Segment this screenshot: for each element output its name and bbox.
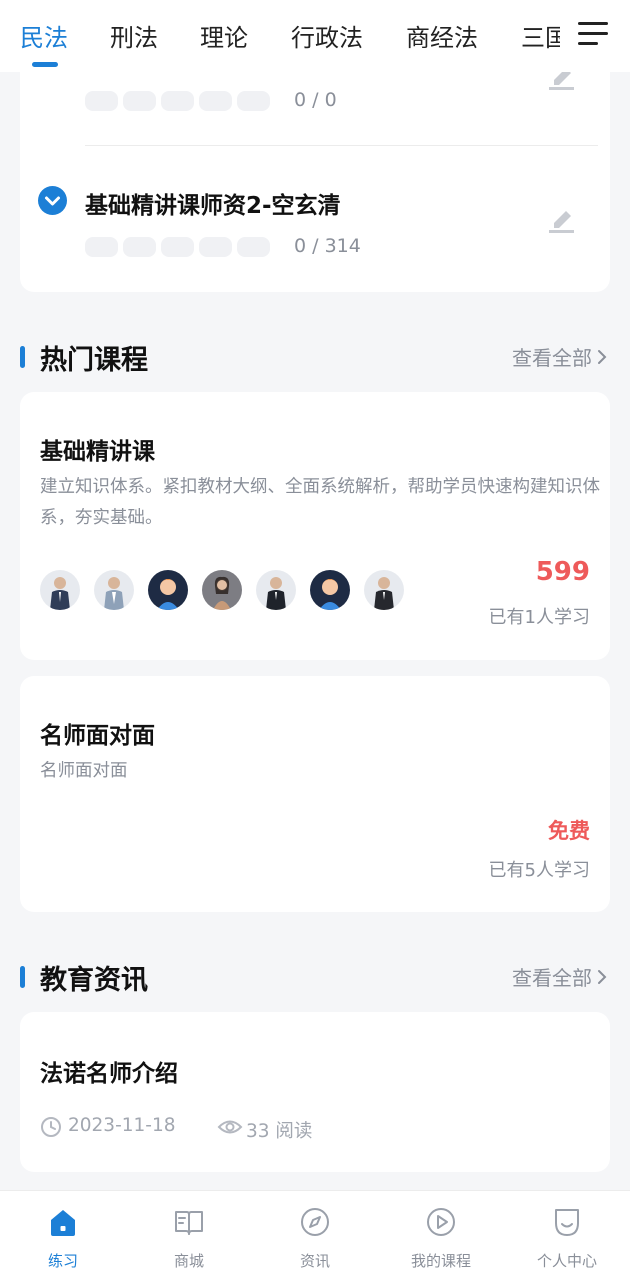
view-all-link[interactable]: 查看全部 <box>512 342 608 371</box>
bottom-navigation: 练习 商城 资讯 我的课程 个人中心 <box>0 1190 630 1280</box>
nav-label: 资讯 <box>299 1252 330 1270</box>
course-card[interactable]: 基础精讲课 建立知识体系。紧扣教材大纲、全面系统解析，帮助学员快速构建知识体系，… <box>20 392 610 660</box>
course-price: 599 <box>535 557 590 587</box>
view-all-label: 查看全部 <box>512 966 592 990</box>
tab-minfa[interactable]: 民法 <box>20 18 68 53</box>
teacher-avatar <box>256 570 296 610</box>
nav-profile[interactable]: 个人中心 <box>504 1191 630 1280</box>
teacher-avatar <box>364 570 404 610</box>
teacher-avatar <box>310 570 350 610</box>
smile-face-icon <box>555 1209 579 1236</box>
nav-label: 个人中心 <box>536 1252 597 1270</box>
chapter-progress: 0 / 314 <box>294 235 361 257</box>
nav-my-courses[interactable]: 我的课程 <box>378 1191 504 1280</box>
view-all-label: 查看全部 <box>512 346 592 370</box>
teacher-avatar <box>148 570 188 610</box>
tab-xingfa[interactable]: 刑法 <box>110 18 158 53</box>
progress-dot <box>237 237 270 257</box>
teacher-avatar <box>94 570 134 610</box>
chevron-right-icon <box>598 969 607 984</box>
course-title: 名师面对面 <box>40 723 155 749</box>
course-card[interactable]: 名师面对面 名师面对面 免费 已有5人学习 <box>20 676 610 912</box>
news-date: 2023-11-18 <box>68 1115 176 1136</box>
home-icon <box>51 1210 75 1236</box>
course-description: 名师面对面 <box>40 761 128 781</box>
book-icon <box>175 1211 203 1235</box>
news-read-count: 33 阅读 <box>246 1121 313 1142</box>
news-title: 法诺名师介绍 <box>40 1061 178 1087</box>
tab-xingzhengfa[interactable]: 行政法 <box>291 18 363 53</box>
nav-label: 商城 <box>173 1252 204 1270</box>
top-tab-bar: 民法 刑法 理论 行政法 商经法 三国法 <box>0 0 630 72</box>
progress-dot <box>161 91 194 111</box>
nav-label: 练习 <box>47 1252 78 1270</box>
tab-shangjingfa[interactable]: 商经法 <box>406 18 478 53</box>
section-title: 热门课程 <box>40 345 148 376</box>
news-card[interactable]: 法诺名师介绍 2023-11-18 33 阅读 <box>20 1012 610 1172</box>
expand-chevron-icon[interactable] <box>38 186 67 215</box>
subject-tabs: 民法 刑法 理论 行政法 商经法 三国法 <box>0 0 560 72</box>
eye-icon <box>217 1120 243 1134</box>
progress-dot <box>199 91 232 111</box>
teacher-avatar <box>202 570 242 610</box>
section-title: 教育资讯 <box>40 965 148 996</box>
clock-icon <box>41 1117 61 1137</box>
nav-mall[interactable]: 商城 <box>126 1191 252 1280</box>
teacher-avatar <box>40 570 80 610</box>
course-title: 基础精讲课 <box>40 439 155 465</box>
edit-icon[interactable] <box>546 203 580 237</box>
progress-dot <box>85 237 118 257</box>
section-accent-bar <box>20 966 25 988</box>
progress-dot <box>237 91 270 111</box>
tab-sanguofa[interactable]: 三国法 <box>521 18 560 53</box>
compass-icon <box>301 1208 329 1236</box>
nav-news[interactable]: 资讯 <box>252 1191 378 1280</box>
chapter-title[interactable]: 基础精讲课师资2-空玄清 <box>85 186 341 220</box>
chevron-right-icon <box>598 349 607 364</box>
tab-lilun[interactable]: 理论 <box>200 18 248 53</box>
section-accent-bar <box>20 346 25 368</box>
menu-icon[interactable] <box>578 20 610 48</box>
progress-dot <box>123 91 156 111</box>
play-circle-icon <box>427 1208 455 1236</box>
active-tab-indicator <box>32 62 58 67</box>
chapter-card: 0 / 0 基础精讲课师资2-空玄清 0 / 314 <box>20 40 610 292</box>
learner-count: 已有5人学习 <box>488 860 590 881</box>
progress-dot <box>123 237 156 257</box>
hot-courses-header: 热门课程 查看全部 <box>0 338 630 378</box>
chapter-progress: 0 / 0 <box>294 89 337 111</box>
course-price: 免费 <box>548 819 590 843</box>
learner-count: 已有1人学习 <box>488 607 590 628</box>
nav-label: 我的课程 <box>410 1252 471 1270</box>
progress-dot <box>199 237 232 257</box>
progress-dot <box>161 237 194 257</box>
news-header: 教育资讯 查看全部 <box>0 958 630 998</box>
course-description: 建立知识体系。紧扣教材大纲、全面系统解析，帮助学员快速构建知识体系，夯实基础。 <box>40 477 600 528</box>
progress-dot <box>85 91 118 111</box>
divider <box>85 145 598 146</box>
nav-practice[interactable]: 练习 <box>0 1191 126 1280</box>
view-all-link[interactable]: 查看全部 <box>512 962 608 991</box>
